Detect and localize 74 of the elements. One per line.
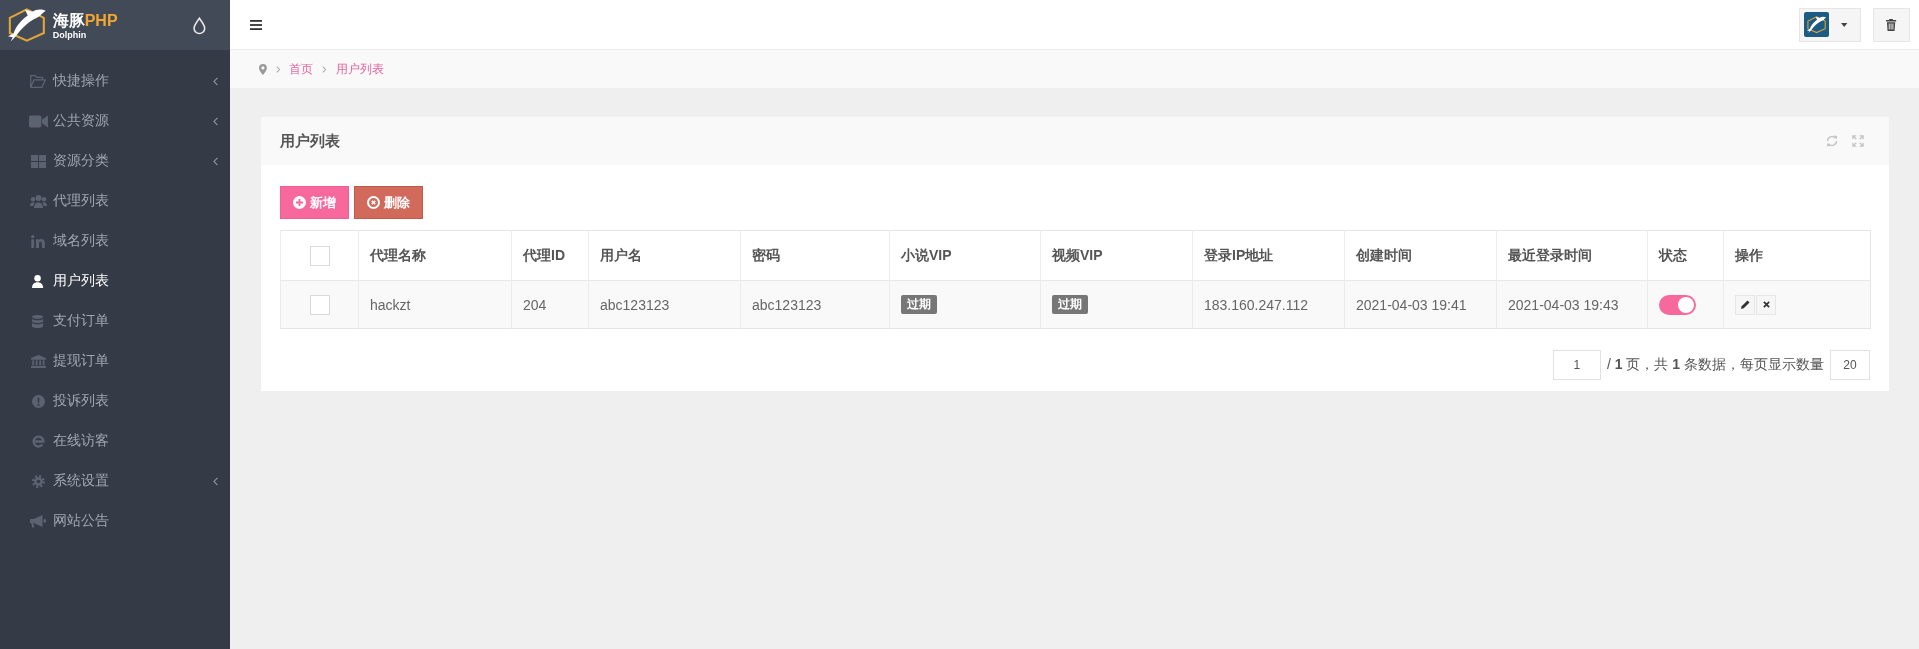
column-header: 创建时间 (1344, 230, 1497, 281)
status-toggle[interactable] (1659, 294, 1696, 315)
megaphone-icon (30, 514, 46, 528)
gear-icon (31, 474, 45, 488)
vip-status-badge: 过期 (1052, 295, 1088, 314)
column-header: 代理ID (511, 230, 589, 281)
page-input[interactable]: 1 (1552, 350, 1601, 380)
refresh-icon (1826, 135, 1838, 147)
user-icon (32, 274, 44, 288)
sidebar-item[interactable]: 用户列表 (0, 261, 230, 301)
sidebar-item[interactable]: 提现订单 (0, 341, 230, 381)
sidebar-item[interactable]: 网站公告 (0, 501, 230, 541)
table-cell: abc123123 (740, 280, 890, 329)
table-cell: hackzt (358, 280, 512, 329)
fullscreen-icon (1852, 135, 1864, 147)
sidebar-item[interactable]: 在线访客 (0, 421, 230, 461)
sidebar-item[interactable]: 快捷操作 (0, 61, 230, 101)
sidebar-item[interactable]: 域名列表 (0, 221, 230, 261)
bank-icon (30, 354, 46, 368)
card-title: 用户列表 (280, 131, 340, 151)
chevron-right-icon (275, 65, 281, 73)
folder-icon (30, 74, 46, 88)
chevron-right-icon (322, 65, 327, 73)
brand-subtitle: Dolphin (52, 29, 88, 40)
video-camera-icon (28, 114, 48, 128)
user-menu-button[interactable] (1799, 7, 1861, 42)
menu-icon (250, 19, 262, 30)
brand-name: 海豚 (52, 11, 85, 30)
row-checkbox[interactable] (309, 294, 330, 315)
dolphin-avatar-icon (1804, 12, 1829, 37)
table-cell: 204 (511, 280, 589, 329)
vip-status-badge: 过期 (901, 295, 937, 314)
sidebar-item[interactable]: 投诉列表 (0, 381, 230, 421)
column-header: 小说VIP (889, 230, 1041, 281)
page-size-input[interactable]: 20 (1830, 350, 1870, 380)
pencil-icon (1740, 300, 1750, 309)
e-logo-icon (31, 434, 45, 448)
sidebar-item[interactable]: 公共资源 (0, 101, 230, 141)
trash-button[interactable] (1873, 7, 1910, 42)
sidebar-item[interactable]: 资源分类 (0, 141, 230, 181)
column-header: 代理名称 (358, 230, 512, 281)
remove-button[interactable] (1756, 294, 1776, 315)
caret-down-icon (1841, 22, 1848, 27)
in-logo-icon (31, 234, 45, 248)
dolphin-logo-icon (7, 8, 47, 42)
users-icon (29, 194, 47, 208)
add-button[interactable]: 新增 (280, 186, 349, 219)
brand-accent: PHP (84, 11, 118, 30)
sidebar-item[interactable]: 支付订单 (0, 301, 230, 341)
water-drop-icon[interactable] (193, 16, 206, 34)
table-cell: 2021-04-03 19:43 (1496, 280, 1648, 329)
column-header: 视频VIP (1040, 230, 1193, 281)
location-pin-icon (259, 63, 267, 75)
breadcrumb-link[interactable]: 首页 (289, 60, 314, 78)
grid-icon (30, 154, 46, 168)
trash-icon (1886, 18, 1897, 31)
column-header: 最近登录时间 (1496, 230, 1648, 281)
column-header: 登录IP地址 (1192, 230, 1345, 281)
sidebar-item[interactable]: 系统设置 (0, 461, 230, 501)
database-icon (32, 314, 44, 328)
column-header: 状态 (1647, 230, 1724, 281)
delete-button[interactable]: 删除 (354, 186, 423, 219)
pagination-summary: / 1 页，共 1 条数据，每页显示数量 (1606, 356, 1824, 374)
column-header: 用户名 (588, 230, 741, 281)
column-header: 操作 (1723, 230, 1871, 281)
column-header: 密码 (740, 230, 890, 281)
sidebar-item[interactable]: 代理列表 (0, 181, 230, 221)
edit-button[interactable] (1735, 294, 1755, 315)
table-cell: abc123123 (588, 280, 741, 329)
breadcrumb-link[interactable]: 用户列表 (335, 60, 384, 78)
table-cell: 183.160.247.112 (1192, 280, 1345, 329)
close-icon (1762, 301, 1770, 308)
table-cell: 2021-04-03 19:41 (1344, 280, 1497, 329)
select-all-checkbox[interactable] (309, 245, 330, 266)
